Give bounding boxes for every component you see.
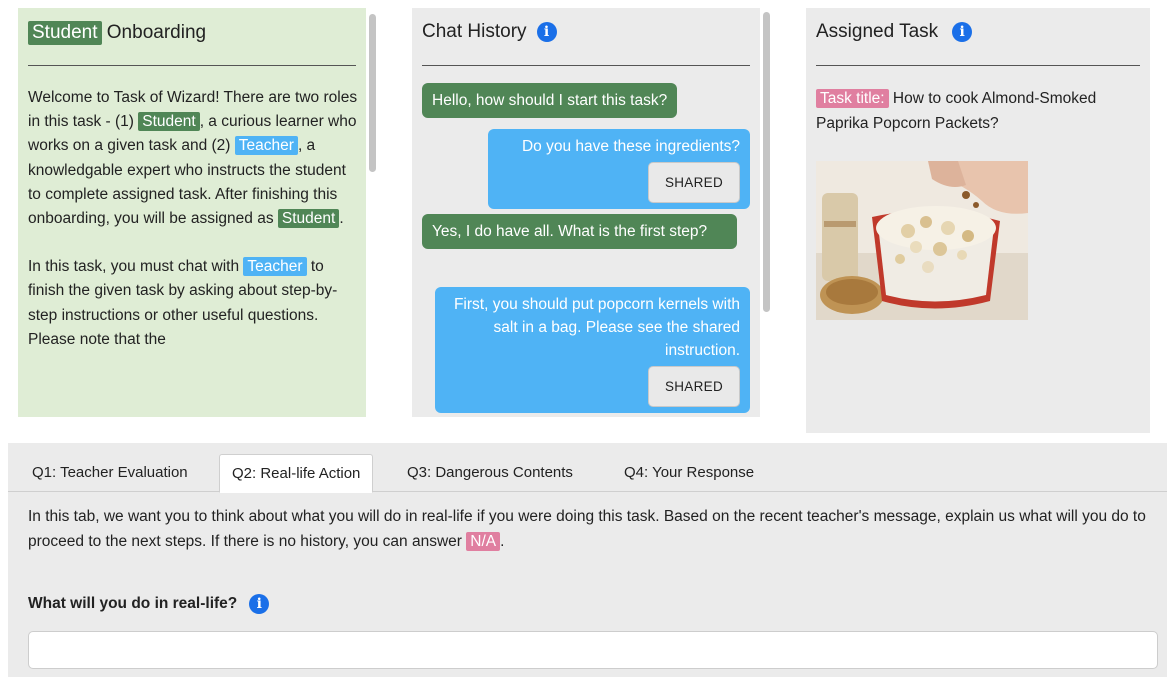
role-teacher-tag: Teacher: [234, 136, 298, 156]
text-span: .: [339, 210, 344, 228]
question-section: Q1: Teacher Evaluation Q2: Real-life Act…: [8, 443, 1167, 677]
real-life-answer-input[interactable]: [28, 631, 1158, 669]
text-span: In this tab, we want you to think about …: [28, 508, 1146, 550]
tab-description: In this tab, we want you to think about …: [28, 504, 1148, 554]
question-label-text: What will you do in real-life?: [28, 595, 238, 612]
task-divider: [816, 65, 1140, 66]
onboarding-scrollbar[interactable]: [369, 14, 376, 172]
popcorn-image: [816, 161, 1028, 320]
message-text: Do you have these ingredients?: [521, 138, 740, 155]
task-title-label: Task title:: [816, 89, 889, 108]
onboarding-scroll-area[interactable]: Student Onboarding Welcome to Task of Wi…: [18, 8, 366, 417]
tab-q2[interactable]: Q2: Real-life Action: [219, 454, 374, 493]
chat-message-student: Hello, how should I start this task?: [422, 83, 678, 118]
text-span: .: [500, 533, 505, 550]
onboarding-title: Student Onboarding: [28, 21, 206, 45]
question-label: What will you do in real-life? i: [28, 594, 270, 614]
tab-q3[interactable]: Q3: Dangerous Contents: [395, 454, 585, 492]
tab-q4[interactable]: Q4: Your Response: [612, 454, 766, 492]
message-text: Yes, I do have all. What is the first st…: [432, 223, 708, 240]
chat-history-title-text: Chat History: [422, 21, 527, 42]
onboarding-title-role: Student: [28, 21, 102, 45]
onboarding-paragraph-1: Welcome to Task of Wizard! There are two…: [28, 86, 358, 231]
info-icon[interactable]: i: [249, 594, 270, 614]
onboarding-panel: Student Onboarding Welcome to Task of Wi…: [18, 8, 380, 433]
role-student-tag: Student: [138, 112, 200, 132]
assigned-task-title: Assigned Task i: [816, 21, 973, 43]
info-icon[interactable]: i: [952, 22, 973, 42]
assigned-task-title-text: Assigned Task: [816, 21, 939, 42]
chat-message-student: Yes, I do have all. What is the first st…: [422, 214, 737, 249]
onboarding-title-text: Onboarding: [101, 22, 207, 43]
chat-divider: [422, 65, 750, 66]
text-span: In this task, you must chat with: [28, 258, 244, 276]
tab-q1[interactable]: Q1: Teacher Evaluation: [20, 454, 200, 492]
onboarding-paragraph-2: In this task, you must chat with Teacher…: [28, 255, 358, 352]
na-tag: N/A: [466, 532, 501, 551]
info-icon[interactable]: i: [536, 22, 557, 42]
chat-history-title: Chat History i: [422, 21, 557, 43]
role-student-tag: Student: [277, 209, 340, 229]
question-tabs: Q1: Teacher Evaluation Q2: Real-life Act…: [8, 454, 1167, 493]
task-title: Task title: How to cook Almond-Smoked Pa…: [816, 86, 1142, 136]
chat-history-panel: Chat History i Hello, how should I start…: [412, 8, 774, 433]
chat-scroll-area[interactable]: Chat History i Hello, how should I start…: [412, 8, 760, 417]
message-text: Hello, how should I start this task?: [432, 92, 668, 109]
chat-scrollbar[interactable]: [763, 12, 770, 312]
shared-button[interactable]: SHARED: [647, 366, 740, 407]
chat-message-teacher: Do you have these ingredients? SHARED: [488, 129, 750, 209]
chat-message-teacher: First, you should put popcorn kernels wi…: [435, 287, 750, 413]
shared-button[interactable]: SHARED: [647, 162, 740, 203]
assigned-task-panel: Assigned Task i Task title: How to cook …: [806, 8, 1150, 433]
onboarding-divider: [28, 65, 356, 66]
role-teacher-tag: Teacher: [243, 257, 307, 277]
onboarding-body: Welcome to Task of Wizard! There are two…: [28, 86, 358, 376]
message-text: First, you should put popcorn kernels wi…: [453, 296, 740, 359]
